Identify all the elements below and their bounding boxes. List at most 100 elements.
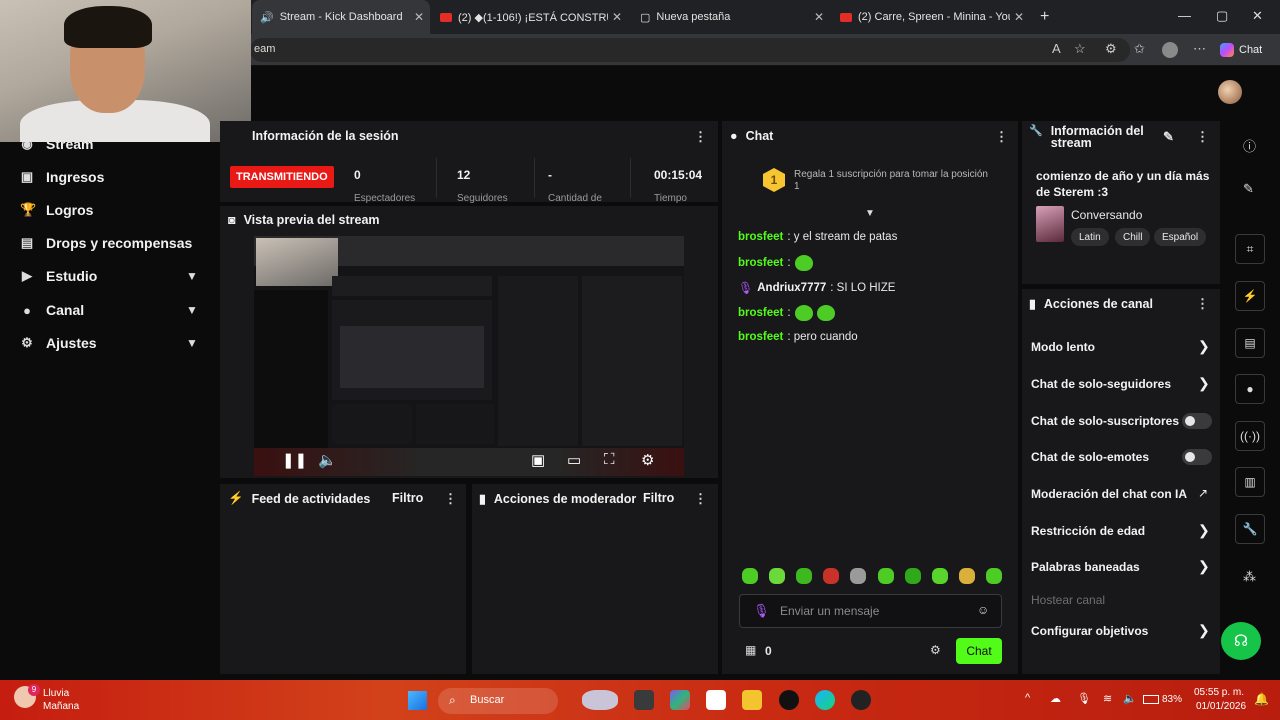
- info-icon[interactable]: ⓘ: [1243, 136, 1256, 155]
- action-banned-words[interactable]: Palabras baneadas: [1031, 560, 1140, 574]
- wifi-icon[interactable]: ≋: [1103, 692, 1112, 705]
- emote-icon[interactable]: [904, 568, 921, 584]
- edit-pencil-icon[interactable]: ✎: [1243, 181, 1254, 197]
- chevron-up-icon[interactable]: ^: [1025, 692, 1030, 704]
- stream-preview-video[interactable]: [254, 236, 684, 476]
- scan-icon[interactable]: ⌗: [1235, 234, 1265, 264]
- action-ai-moderation[interactable]: Moderación del chat con IA: [1031, 487, 1187, 501]
- tag-chip[interactable]: Latin: [1071, 228, 1109, 246]
- external-link-icon[interactable]: ↗: [1198, 486, 1208, 500]
- sidebar-item-logros[interactable]: 🏆 Logros: [20, 202, 93, 218]
- minimize-button[interactable]: —: [1178, 8, 1191, 23]
- maximize-button[interactable]: ▢: [1216, 8, 1228, 24]
- address-field[interactable]: eam: [250, 38, 1130, 62]
- clock-time[interactable]: 05:55 p. m.: [1194, 687, 1244, 698]
- emote-icon[interactable]: [769, 568, 786, 584]
- more-menu-icon[interactable]: ⋯: [1193, 41, 1206, 57]
- close-tab-icon[interactable]: ✕: [414, 10, 424, 24]
- kebab-menu-icon[interactable]: ⋮: [444, 491, 457, 507]
- fullscreen-icon[interactable]: ⛶: [604, 451, 615, 468]
- category-thumbnail[interactable]: [1036, 206, 1064, 242]
- emote-icon[interactable]: [850, 568, 867, 584]
- clock-date[interactable]: 01/01/2026: [1196, 701, 1246, 712]
- close-tab-icon[interactable]: ✕: [1014, 10, 1024, 24]
- kebab-menu-icon[interactable]: ⋮: [1196, 129, 1209, 145]
- read-aloud-icon[interactable]: A: [1052, 41, 1061, 56]
- favorite-star-icon[interactable]: ☆: [1074, 41, 1086, 57]
- sidebar-item-ingresos[interactable]: ▣ Ingresos: [20, 169, 105, 185]
- kebab-menu-icon[interactable]: ⋮: [1196, 296, 1209, 312]
- battery-icon[interactable]: [1143, 695, 1159, 704]
- notification-bell-icon[interactable]: 🔔: [1254, 692, 1269, 706]
- gift-icon[interactable]: ▦: [745, 643, 756, 657]
- volume-icon[interactable]: 🔈: [318, 451, 337, 469]
- microphone-icon[interactable]: 🎙: [753, 603, 770, 619]
- task-view-icon[interactable]: [634, 690, 654, 710]
- chevron-right-icon[interactable]: ❯: [1198, 622, 1210, 639]
- support-headset-icon[interactable]: ☊: [1221, 622, 1261, 660]
- send-chat-button[interactable]: Chat: [956, 638, 1002, 664]
- chevron-right-icon[interactable]: ❯: [1198, 522, 1210, 539]
- action-goals[interactable]: Configurar objetivos: [1031, 624, 1148, 638]
- settings-gear-icon[interactable]: ⚙: [641, 451, 654, 469]
- moderator-filter-button[interactable]: Filtro: [643, 491, 674, 505]
- tab-youtube-1[interactable]: (2) ◆(1-106!) ¡ESTÁ CONSTRUYEN ✕: [432, 0, 628, 34]
- emotes-only-toggle[interactable]: [1182, 449, 1212, 465]
- chevron-right-icon[interactable]: ❯: [1198, 338, 1210, 355]
- store-icon[interactable]: [706, 690, 726, 710]
- chevron-down-icon[interactable]: ▼: [186, 303, 198, 317]
- chevron-right-icon[interactable]: ❯: [1198, 558, 1210, 575]
- cloud-icon[interactable]: ☁: [1050, 692, 1061, 705]
- theater-icon[interactable]: ▭: [567, 451, 581, 469]
- windows-start-icon[interactable]: [408, 691, 427, 710]
- collapse-icon[interactable]: ▼: [865, 208, 875, 219]
- chevron-right-icon[interactable]: ❯: [1198, 375, 1210, 392]
- gift-sub-prompt[interactable]: Regala 1 suscripción para tomar la posic…: [794, 169, 994, 193]
- emoji-picker-icon[interactable]: ☺: [977, 603, 989, 617]
- emote-icon[interactable]: [877, 568, 894, 584]
- copilot-app-icon[interactable]: [670, 690, 690, 710]
- tag-chip[interactable]: Español: [1154, 228, 1207, 246]
- emote-icon[interactable]: [742, 568, 758, 584]
- avatar[interactable]: [1218, 80, 1242, 104]
- action-followers-only[interactable]: Chat de solo-seguidores: [1031, 377, 1171, 391]
- broadcast-icon[interactable]: ((·)): [1235, 421, 1265, 451]
- emote-icon[interactable]: [823, 568, 840, 584]
- tab-kick-dashboard[interactable]: 🔊 Stream - Kick Dashboard ✕: [252, 0, 430, 34]
- chevron-down-icon[interactable]: ▼: [186, 336, 198, 350]
- action-slow-mode[interactable]: Modo lento: [1031, 340, 1095, 354]
- activity-filter-button[interactable]: Filtro: [392, 491, 423, 505]
- sidebar-item-estudio[interactable]: ▶ Estudio: [20, 268, 97, 284]
- tag-chip[interactable]: Chill: [1115, 228, 1151, 246]
- bolt-icon[interactable]: ⚡: [1235, 281, 1265, 311]
- kebab-menu-icon[interactable]: ⋮: [694, 129, 707, 145]
- edge-icon[interactable]: [815, 690, 835, 710]
- chat-bubble-icon[interactable]: ●: [1235, 374, 1265, 404]
- category-name[interactable]: Conversando: [1071, 208, 1142, 222]
- extensions-icon[interactable]: ⚙: [1105, 41, 1117, 57]
- close-tab-icon[interactable]: ✕: [814, 10, 824, 24]
- wrench-icon[interactable]: 🔧: [1235, 514, 1265, 544]
- document-icon[interactable]: ▤: [1235, 328, 1265, 358]
- emote-icon[interactable]: [931, 568, 948, 584]
- favorites-icon[interactable]: ✩: [1134, 41, 1145, 57]
- file-explorer-icon[interactable]: [742, 690, 762, 710]
- tiktok-icon[interactable]: [779, 690, 799, 710]
- edit-pencil-icon[interactable]: ✎: [1163, 129, 1174, 145]
- close-tab-icon[interactable]: ✕: [612, 10, 622, 24]
- emote-icon[interactable]: [985, 568, 1002, 584]
- microphone-icon[interactable]: 🎙: [1077, 692, 1091, 705]
- profile-icon[interactable]: [1162, 42, 1178, 58]
- picture-in-picture-icon[interactable]: ▣: [531, 451, 545, 469]
- emote-icon[interactable]: [796, 568, 813, 584]
- pause-icon[interactable]: ❚❚: [282, 451, 307, 469]
- copilot-chat-button[interactable]: Chat: [1220, 38, 1262, 62]
- tab-youtube-2[interactable]: (2) Carre, Spreen - Minina - YouTub ✕: [832, 0, 1030, 34]
- chat-settings-gear-icon[interactable]: ⚙: [930, 643, 941, 657]
- volume-icon[interactable]: 🔈: [1123, 692, 1137, 705]
- subscribers-only-toggle[interactable]: [1182, 413, 1212, 429]
- obs-icon[interactable]: [851, 690, 871, 710]
- nodes-icon[interactable]: ⁂: [1243, 569, 1256, 585]
- kebab-menu-icon[interactable]: ⋮: [694, 491, 707, 507]
- action-age-restriction[interactable]: Restricción de edad: [1031, 524, 1145, 538]
